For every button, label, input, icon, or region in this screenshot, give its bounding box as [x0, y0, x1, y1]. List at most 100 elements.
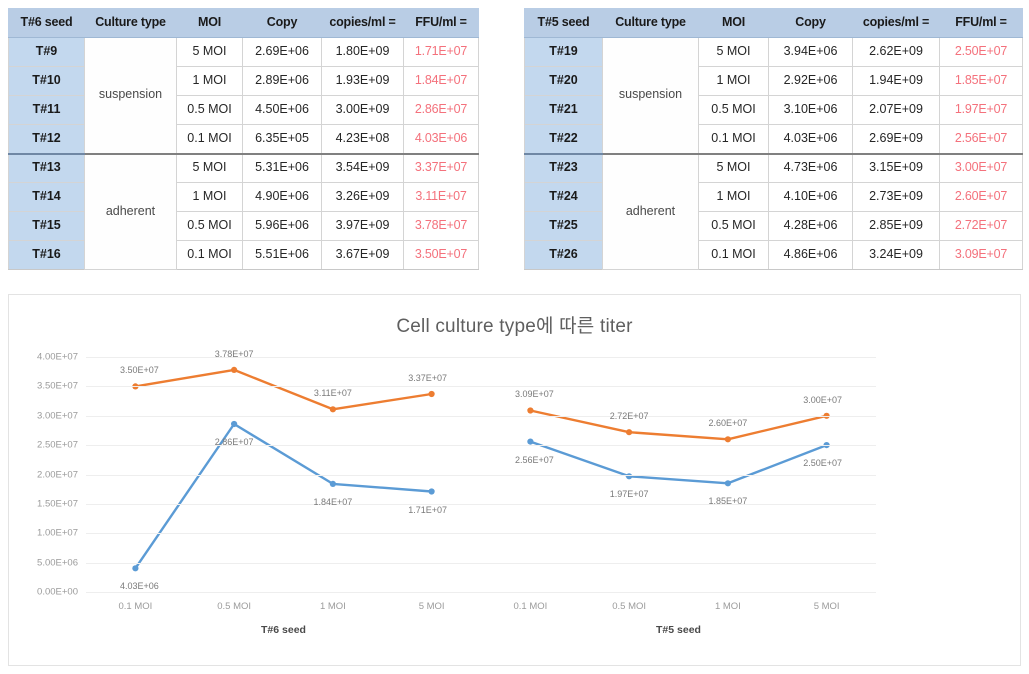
- cell-moi: 0.5 MOI: [176, 211, 243, 241]
- cell-copies-ml: 2.85E+09: [852, 211, 940, 241]
- chart-plot-area: 0.00E+00 5.00E+06 1.00E+07 1.50E+07 2.00E+07…: [37, 349, 876, 636]
- cell-copies-ml: 3.67E+09: [321, 240, 404, 270]
- table-body: T#9 suspension 5 MOI 2.69E+06 1.80E+09 1…: [8, 37, 479, 270]
- cell-moi: 0.5 MOI: [698, 95, 769, 125]
- table-row: T#16 0.1 MOI 5.51E+06 3.67E+09 3.50E+07: [8, 240, 479, 270]
- data-point-label: 1.84E+07: [313, 496, 353, 507]
- cell-culture-type: suspension: [84, 37, 177, 154]
- x-axis-tick-label: 5 MOI: [813, 601, 840, 612]
- cell-moi: 0.1 MOI: [698, 124, 769, 154]
- t6-seed-table: T#6 seed Culture type MOI Copy copies/ml…: [8, 8, 479, 270]
- cell-copy: 4.10E+06: [768, 182, 853, 212]
- x-axis-tick-label: 0.1 MOI: [513, 601, 548, 612]
- data-point-label: 1.85E+07: [708, 496, 748, 507]
- titer-line-chart: Cell culture type에 따른 titer 0.00E+00 5.00…: [8, 294, 1021, 666]
- cell-ffu-ml: 3.09E+07: [939, 240, 1023, 270]
- table-row: T#11 0.5 MOI 4.50E+06 3.00E+09 2.86E+07: [8, 95, 479, 125]
- table-header: T#6 seed Culture type MOI Copy copies/ml…: [8, 8, 479, 38]
- cell-id: T#13: [8, 152, 85, 183]
- table-row: T#10 1 MOI 2.89E+06 1.93E+09 1.84E+07: [8, 66, 479, 96]
- data-point-label: 1.71E+07: [408, 504, 448, 515]
- table-header-row: T#5 seed Culture type MOI Copy copies/ml…: [524, 8, 1023, 38]
- chart-gridline: [86, 386, 876, 388]
- cell-moi: 5 MOI: [176, 152, 243, 183]
- cell-copies-ml: 2.62E+09: [852, 37, 940, 67]
- cell-copies-ml: 3.15E+09: [852, 152, 940, 183]
- cell-moi: 5 MOI: [176, 37, 243, 67]
- cell-copies-ml: 3.26E+09: [321, 182, 404, 212]
- table-row: T#21 0.5 MOI 3.10E+06 2.07E+09 1.97E+07: [524, 95, 1023, 125]
- data-point-label: 3.37E+07: [408, 373, 448, 383]
- column-header-copies-ml: copies/ml =: [321, 8, 404, 38]
- cell-moi: 5 MOI: [698, 37, 769, 67]
- cell-id: T#19: [524, 37, 603, 67]
- cell-moi: 0.5 MOI: [176, 95, 243, 125]
- cell-id: T#12: [8, 124, 85, 154]
- series-line-adherent: [134, 368, 433, 411]
- cell-copies-ml: 3.00E+09: [321, 95, 404, 125]
- column-header-culture-type: Culture type: [602, 8, 699, 38]
- cell-copies-ml: 2.69E+09: [852, 124, 940, 154]
- cell-id: T#26: [524, 240, 603, 270]
- data-point-label: 2.86E+07: [214, 436, 254, 447]
- series-marker-suspension: [231, 420, 238, 428]
- cell-id: T#23: [524, 152, 603, 183]
- y-axis-tick-label: 3.50E+07: [37, 380, 78, 392]
- cell-moi: 0.5 MOI: [698, 211, 769, 241]
- series-marker-suspension: [329, 480, 336, 487]
- column-header-seed: T#5 seed: [524, 8, 603, 38]
- data-point-label: 2.50E+07: [803, 458, 843, 469]
- chart-gridline: [86, 592, 876, 593]
- cell-ffu-ml: 3.78E+07: [403, 211, 479, 241]
- x-axis-tick-label: 0.5 MOI: [612, 601, 647, 612]
- cell-copy: 5.96E+06: [242, 211, 322, 241]
- data-point-label: 3.50E+07: [119, 365, 159, 376]
- table-row: T#13 adherent 5 MOI 5.31E+06 3.54E+09 3.…: [8, 152, 479, 270]
- y-axis-tick-label: 5.00E+06: [37, 557, 78, 569]
- t6-seed-table-wrapper: T#6 seed Culture type MOI Copy copies/ml…: [8, 8, 479, 270]
- chart-gridline: [86, 533, 876, 535]
- cell-copy: 3.94E+06: [768, 37, 853, 67]
- table-row: T#23 adherent 5 MOI 4.73E+06 3.15E+09 3.…: [524, 152, 1023, 270]
- cell-copies-ml: 1.93E+09: [321, 66, 404, 96]
- cell-moi: 0.1 MOI: [698, 240, 769, 270]
- cell-copies-ml: 3.97E+09: [321, 211, 404, 241]
- column-header-ffu-ml: FFU/ml =: [939, 8, 1023, 38]
- cell-moi: 1 MOI: [698, 182, 769, 212]
- column-header-moi: MOI: [176, 8, 243, 38]
- column-header-copy: Copy: [242, 8, 322, 38]
- series-marker-suspension: [132, 565, 139, 572]
- cell-id: T#11: [8, 95, 85, 125]
- series-marker-adherent: [231, 366, 238, 373]
- chart-gridline: [86, 474, 876, 476]
- table-row: T#15 0.5 MOI 5.96E+06 3.97E+09 3.78E+07: [8, 211, 479, 241]
- cell-ffu-ml: 3.00E+07: [939, 152, 1023, 183]
- cell-ffu-ml: 2.50E+07: [939, 37, 1023, 67]
- cell-ffu-ml: 2.60E+07: [939, 182, 1023, 212]
- series-marker-adherent: [724, 436, 732, 443]
- cell-copy: 4.90E+06: [242, 182, 322, 212]
- cell-moi: 1 MOI: [698, 66, 769, 96]
- cell-ffu-ml: 2.56E+07: [939, 124, 1023, 154]
- cell-id: T#15: [8, 211, 85, 241]
- cell-copy: 2.69E+06: [242, 37, 322, 67]
- cell-copy: 6.35E+05: [242, 124, 322, 154]
- cell-copies-ml: 1.94E+09: [852, 66, 940, 96]
- y-axis-tick-label: 2.50E+07: [37, 439, 78, 451]
- cell-copies-ml: 3.54E+09: [321, 152, 404, 183]
- t5-seed-table: T#5 seed Culture type MOI Copy copies/ml…: [524, 8, 1023, 270]
- cell-moi: 0.1 MOI: [176, 124, 243, 154]
- x-axis-group-label: T#5 seed: [656, 624, 701, 636]
- data-point-label: 3.09E+07: [514, 389, 554, 400]
- cell-id: T#10: [8, 66, 85, 96]
- chart-gridline: [86, 562, 876, 564]
- series-marker-adherent: [428, 390, 435, 398]
- cell-id: T#22: [524, 124, 603, 154]
- table-row: T#14 1 MOI 4.90E+06 3.26E+09 3.11E+07: [8, 182, 479, 212]
- column-header-culture-type: Culture type: [84, 8, 177, 38]
- cell-copy: 5.31E+06: [242, 152, 322, 183]
- cell-moi: 5 MOI: [698, 152, 769, 183]
- y-axis-tick-label: 3.00E+07: [37, 410, 78, 422]
- table-header: T#5 seed Culture type MOI Copy copies/ml…: [524, 8, 1023, 38]
- cell-copies-ml: 4.23E+08: [321, 124, 404, 154]
